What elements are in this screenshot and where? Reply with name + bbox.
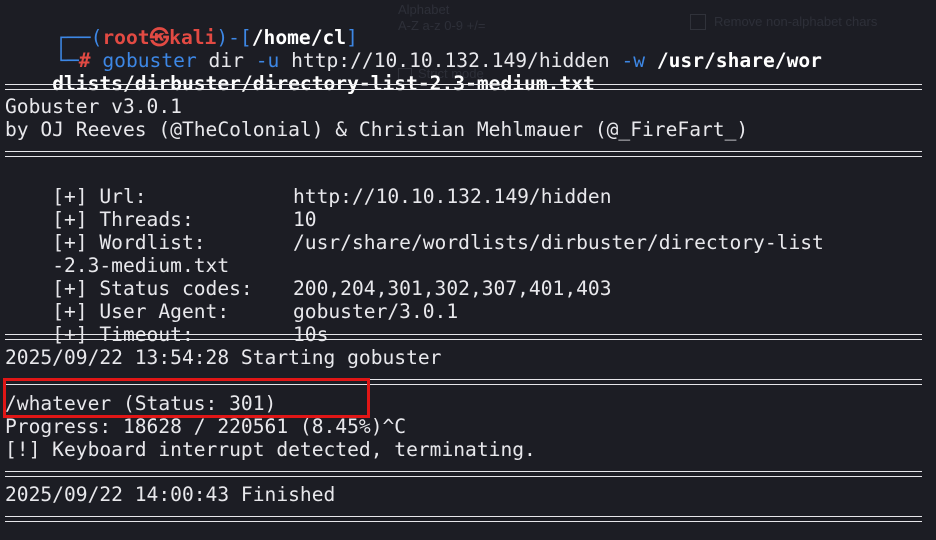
separator-2 [5,151,922,157]
separator-6 [5,516,922,522]
separator-1 [5,84,922,90]
ghost-label-remove-chars: Remove non-alphabet chars [714,14,878,29]
setting-wordlist: [+] Wordlist:/usr/share/wordlists/dirbus… [5,210,930,254]
prompt-line: ┌──(root㉿kali)-[/home/cl] [8,5,358,49]
command-flag-wordlist: -w [621,49,646,72]
command-line-wrap: dlists/dirbuster/directory-list-2.3-medi… [5,51,595,95]
separator-5 [5,471,922,477]
interrupt-line: [!] Keyboard interrupt detected, termina… [5,438,536,461]
separator-3 [5,334,922,340]
terminal-window[interactable]: Alphabet A-Z a-z 0-9 +/= Remove non-alph… [0,0,936,540]
progress-line: Progress: 18628 / 220561 (8.45%)^C [5,415,407,438]
banner-version: Gobuster v3.0.1 [5,95,182,118]
command-wordlist-part1: /usr/share/wor [645,49,822,72]
setting-timeout: [+] Timeout: 10s [5,302,930,346]
finish-timestamp-line: 2025/09/22 14:00:43 Finished [5,483,336,506]
start-timestamp-line: 2025/09/22 13:54:28 Starting gobuster [5,346,442,369]
setting-value: /usr/share/wordlists/dirbuster/directory… [293,231,824,254]
ghost-label-alphabet: Alphabet [398,2,450,17]
setting-url: [+] Url: http://10.10.132.149/hidden [5,164,930,208]
setting-user-agent: [+] User Agent: gobuster/3.0.1 [5,279,930,323]
setting-status-codes: [+] Status codes: 200,204,301,302,307,401… [5,256,930,300]
setting-threads: [+] Threads: 10 [5,187,930,231]
setting-wordlist-wrap: -2.3-medium.txt [5,233,229,277]
result-highlight-box [3,378,370,418]
banner-authors: by OJ Reeves (@TheColonial) & Christian … [5,118,749,141]
command-line: └─# gobuster dir -u http://10.10.132.149… [8,28,822,72]
